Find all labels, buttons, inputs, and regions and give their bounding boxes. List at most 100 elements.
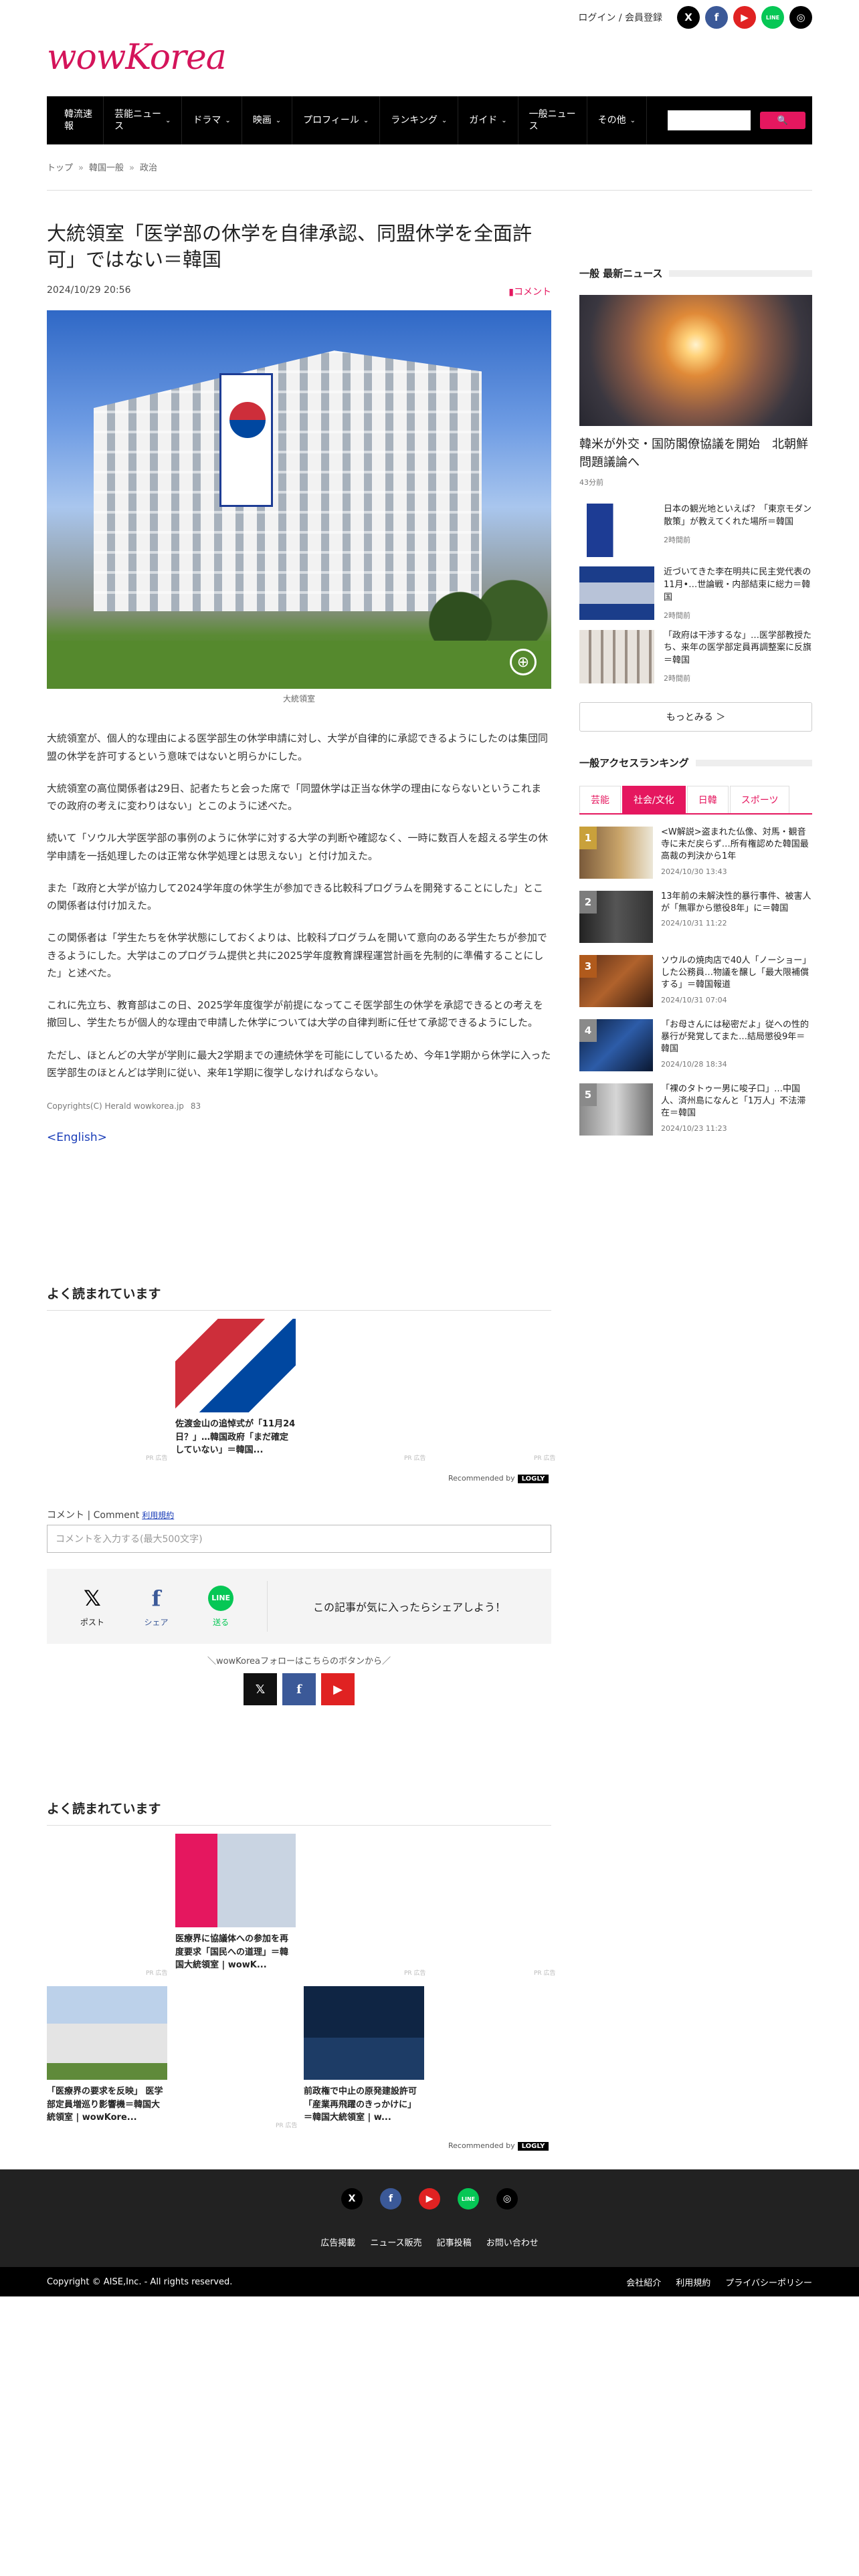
share-facebook-button[interactable]: f シェア — [145, 1586, 169, 1628]
article-image[interactable]: ⊕ — [47, 310, 551, 689]
rank-badge: 5 — [579, 1083, 597, 1107]
tab-japan-korea[interactable]: 日韓 — [686, 786, 729, 814]
follow-text: ＼wowKoreaフォローはこちらのボタンから／ — [207, 1656, 391, 1667]
tab-society-culture[interactable]: 社会/文化 — [622, 786, 686, 814]
recommended-brand-logo[interactable]: LOGLY — [517, 2142, 549, 2151]
latest-news-item[interactable]: 近づいてきた李在明共に民主党代表の11月•…世論戦・内部結束に総力＝韓国 2時間前 — [579, 566, 812, 621]
news-title: 「政府は干渉するな」…医学部教授たち、来年の医学部定員再調整案に反旗＝韓国 — [664, 630, 812, 666]
facebook-icon[interactable]: f — [705, 6, 728, 29]
nav-item-3[interactable]: 映画 ⌄ — [242, 96, 293, 144]
top-news-title: 韓米が外交・国防閣僚協議を開始 北朝鮮問題議論へ — [579, 437, 808, 469]
news-title: 近づいてきた李在明共に民主党代表の11月•…世論戦・内部結束に総力＝韓国 — [664, 567, 812, 603]
ranking-item[interactable]: 4 「お母さんには秘密だよ」従への性的暴行が発覚してまた…結局懲役9年＝韓国 20… — [579, 1019, 812, 1072]
latest-news-item[interactable]: 日本の観光地といえば？「東京モダン散策」が教えてくれた場所＝韓国 2時間前 — [579, 504, 812, 557]
line-icon[interactable]: LINE — [458, 2188, 479, 2210]
search-button[interactable]: 🔍 — [760, 112, 805, 129]
facebook-icon[interactable]: f — [380, 2188, 401, 2210]
follow-buttons: 𝕏 f ▶ — [0, 1673, 598, 1705]
chevron-down-icon: ⌄ — [501, 116, 507, 124]
ad-label: PR 広告 — [534, 1455, 556, 1462]
share-box: 𝕏 ポスト f シェア LINE 送る この記事が気に入ったらシェアしよう！ — [47, 1569, 551, 1644]
nav-item-1[interactable]: 芸能ニュー ス ⌄ — [104, 96, 183, 144]
share-line-button[interactable]: LINE 送る — [208, 1585, 234, 1628]
rank-badge: 1 — [579, 827, 597, 850]
building-floors-graphic — [94, 350, 482, 612]
nav-item-8[interactable]: その他 ⌄ — [587, 96, 648, 144]
rank-badge: 4 — [579, 1019, 597, 1043]
footer-link-ads[interactable]: 広告掲載 — [320, 2236, 355, 2248]
more-button[interactable]: もっとみる ＞ — [579, 702, 812, 732]
footer-link-company[interactable]: 会社紹介 — [626, 2276, 661, 2288]
youtube-icon[interactable]: ▶ — [419, 2188, 440, 2210]
recommend-card[interactable]: 「医療界の要求を反映」 医学部定員増巡り影響機＝韓国大統領室 | wowKore… — [47, 1986, 167, 2125]
chevron-down-icon: ⌄ — [363, 116, 369, 124]
share-x-label: ポスト — [80, 1617, 104, 1627]
search-input[interactable] — [668, 110, 751, 130]
instagram-icon[interactable]: ◎ — [496, 2188, 518, 2210]
zoom-icon[interactable]: ⊕ — [510, 649, 537, 676]
ad-label: PR 広告 — [404, 1970, 426, 1977]
footer-link-submit[interactable]: 記事投稿 — [437, 2236, 472, 2248]
nav-item-label: 一般ニュー ス — [529, 108, 576, 132]
nav-item-4[interactable]: プロフィール ⌄ — [292, 96, 381, 144]
nav-item-6[interactable]: ガイド ⌄ — [458, 96, 518, 144]
news-thumb — [579, 566, 654, 620]
line-icon[interactable]: LINE — [761, 6, 784, 29]
flag-banner-graphic — [219, 373, 273, 508]
nav-item-7[interactable]: 一般ニュー ス — [518, 96, 587, 144]
latest-news-title: 一般 最新ニュース — [579, 267, 663, 280]
follow-facebook-button[interactable]: f — [282, 1673, 316, 1705]
nav-item-0[interactable]: 韓流速 報 — [54, 96, 104, 144]
footer — [0, 2169, 859, 2267]
chevron-down-icon: ⌄ — [225, 116, 231, 124]
x-icon[interactable]: X — [341, 2188, 363, 2210]
latest-news-item[interactable]: 「政府は干渉するな」…医学部教授たち、来年の医学部定員再調整案に反旗＝韓国 2時間… — [579, 629, 812, 684]
news-time: 2時間前 — [664, 611, 690, 620]
ranking-time: 2024/10/31 07:04 — [661, 995, 727, 1004]
login-link[interactable]: ログイン / 会員登録 — [578, 11, 662, 24]
main-nav: 韓流速 報芸能ニュー ス ⌄ ドラマ ⌄ 映画 ⌄ プロフィール ⌄ ランキング ⌄ ガイド ⌄ 一般ニ… — [47, 96, 812, 144]
footer-link-news-sales[interactable]: ニュース販売 — [370, 2236, 421, 2248]
footer-link-terms[interactable]: 利用規約 — [676, 2276, 710, 2288]
copyright-line: Copyrights(C) Herald wowkorea.jp 83 — [47, 1101, 551, 1111]
footer-link-privacy[interactable]: プライバシーポリシー — [725, 2276, 812, 2288]
ranking-item[interactable]: 2 13年前の未解決性的暴行事件、被害人が「無罪から懲役8年」に＝韓国 2024/… — [579, 891, 812, 944]
comment-input[interactable]: コメントを入力する(最大500文字) — [47, 1525, 551, 1553]
follow-youtube-button[interactable]: ▶ — [321, 1673, 355, 1705]
article-meta: 2024/10/29 20:56 ▮コメント — [47, 285, 551, 298]
recommend-card[interactable]: 医療界に協議体への参加を再度要求「国民への道理」＝韓国大統領室 | wowK..… — [175, 1834, 296, 1972]
latest-news-heading: 一般 最新ニュース — [579, 266, 812, 280]
footer-link-contact[interactable]: お問い合わせ — [486, 2236, 539, 2248]
nav-item-2[interactable]: ドラマ ⌄ — [182, 96, 242, 144]
footer-social: X f ▶ LINE ◎ — [0, 2188, 859, 2210]
nav-item-label: ランキング — [391, 114, 438, 126]
share-x-button[interactable]: 𝕏 ポスト — [80, 1586, 104, 1628]
ranking-item[interactable]: 3 ソウルの焼肉店で40人「ノーショー」した公務員…物議を醸し「最大限補償する」… — [579, 955, 812, 1008]
ad-label: PR 広告 — [146, 1455, 168, 1462]
terms-link[interactable]: 利用規約 — [142, 1511, 174, 1520]
english-link[interactable]: <English> — [47, 1131, 551, 1144]
ranking-item[interactable]: 1 <W解説>盗まれた仏像、対馬・観音寺に未だ戻らず…所有権認めた韓国最高裁の判… — [579, 827, 812, 879]
recommend-card[interactable]: 佐渡金山の追悼式が「11月24日？」…韓国政府「まだ確定していない」＝韓国... — [175, 1319, 296, 1457]
breadcrumb-top[interactable]: トップ — [47, 163, 73, 173]
footer-links: 広告掲載 ニュース販売 記事投稿 お問い合わせ — [0, 2236, 859, 2248]
tab-sports[interactable]: スポーツ — [729, 786, 790, 814]
x-icon[interactable]: X — [677, 6, 700, 29]
breadcrumb-politics[interactable]: 政治 — [140, 163, 157, 173]
instagram-icon[interactable]: ◎ — [789, 6, 812, 29]
tab-entertainment[interactable]: 芸能 — [579, 786, 621, 814]
youtube-icon[interactable]: ▶ — [733, 6, 756, 29]
top-news-item[interactable]: 韓米が外交・国防閣僚協議を開始 北朝鮮問題議論へ 43分前 — [579, 295, 812, 488]
comment-link[interactable]: ▮コメント — [508, 285, 551, 298]
recommend-card[interactable]: 前政権で中止の原発建設許可「産業再飛躍のきっかけに」＝韓国大統領室 | w... — [304, 1986, 424, 2125]
facebook-icon: f — [151, 1585, 161, 1611]
follow-x-button[interactable]: 𝕏 — [244, 1673, 277, 1705]
breadcrumb-general[interactable]: 韓国一般 — [89, 163, 124, 173]
site-logo[interactable]: wowKorea — [47, 37, 227, 78]
ranking-item[interactable]: 5 「裸のタトゥー男に唆子口」…中国人、済州島になんと「1万人」不法滞在＝韓国 2… — [579, 1083, 812, 1136]
article-number: 83 — [190, 1101, 201, 1111]
article-paragraph: 続いて「ソウル大学医学部の事例のように休学に対する大学の判断や確認なく、一時に数… — [47, 832, 549, 862]
recommended-brand-logo[interactable]: LOGLY — [517, 1475, 549, 1483]
news-thumb — [579, 629, 654, 683]
nav-item-5[interactable]: ランキング ⌄ — [380, 96, 459, 144]
